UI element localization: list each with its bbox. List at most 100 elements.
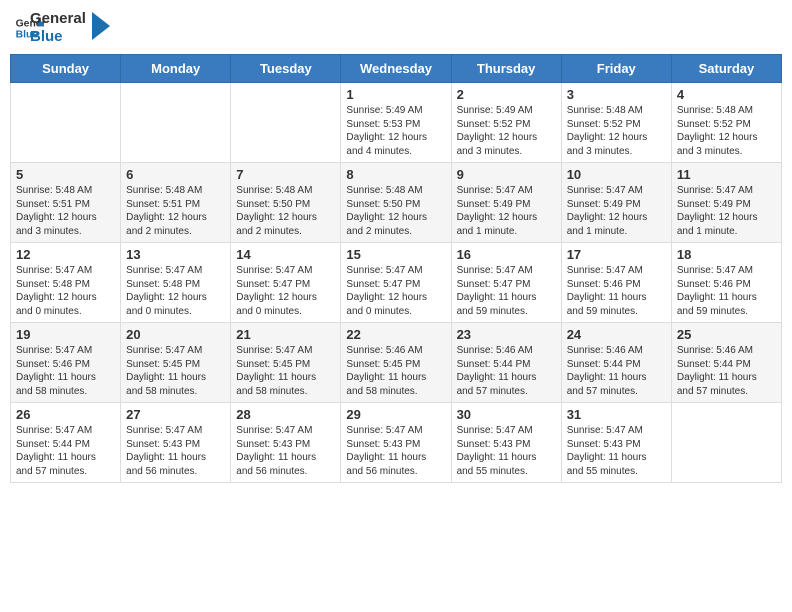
day-detail: Sunrise: 5:47 AM Sunset: 5:47 PM Dayligh… xyxy=(346,264,445,318)
day-detail: Sunrise: 5:47 AM Sunset: 5:49 PM Dayligh… xyxy=(567,184,666,238)
calendar-cell: 13 Sunrise: 5:47 AM Sunset: 5:48 PM Dayli… xyxy=(121,243,231,323)
calendar-cell: 4 Sunrise: 5:48 AM Sunset: 5:52 PM Daylig… xyxy=(671,83,781,163)
day-detail: Sunrise: 5:47 AM Sunset: 5:49 PM Dayligh… xyxy=(457,184,556,238)
calendar-cell: 11Sunrise: 5:47 AM Sunset: 5:49 PM Dayli… xyxy=(671,163,781,243)
day-detail: Sunrise: 5:47 AM Sunset: 5:48 PM Dayligh… xyxy=(126,264,225,318)
day-number: 6 xyxy=(126,167,225,182)
day-number: 13 xyxy=(126,247,225,262)
calendar-cell: 8 Sunrise: 5:48 AM Sunset: 5:50 PM Daylig… xyxy=(341,163,451,243)
day-number: 24 xyxy=(567,327,666,342)
calendar-cell: 26 Sunrise: 5:47 AM Sunset: 5:44 PM Dayli… xyxy=(11,403,121,483)
day-detail: Sunrise: 5:47 AM Sunset: 5:45 PM Dayligh… xyxy=(126,344,225,398)
calendar-cell: 5Sunrise: 5:48 AM Sunset: 5:51 PM Daylig… xyxy=(11,163,121,243)
day-number: 23 xyxy=(457,327,556,342)
calendar-cell: 2 Sunrise: 5:49 AM Sunset: 5:52 PM Daylig… xyxy=(451,83,561,163)
page-header: General Blue General Blue xyxy=(10,10,782,46)
day-header-friday: Friday xyxy=(561,55,671,83)
day-header-tuesday: Tuesday xyxy=(231,55,341,83)
day-header-monday: Monday xyxy=(121,55,231,83)
calendar-cell: 31Sunrise: 5:47 AM Sunset: 5:43 PM Dayli… xyxy=(561,403,671,483)
day-header-thursday: Thursday xyxy=(451,55,561,83)
day-number: 29 xyxy=(346,407,445,422)
calendar-cell xyxy=(231,83,341,163)
day-detail: Sunrise: 5:48 AM Sunset: 5:51 PM Dayligh… xyxy=(16,184,115,238)
calendar-cell xyxy=(671,403,781,483)
day-number: 28 xyxy=(236,407,335,422)
logo-arrow-icon xyxy=(92,12,110,40)
day-number: 4 xyxy=(677,87,776,102)
day-detail: Sunrise: 5:49 AM Sunset: 5:52 PM Dayligh… xyxy=(457,104,556,158)
day-detail: Sunrise: 5:47 AM Sunset: 5:43 PM Dayligh… xyxy=(567,424,666,478)
calendar-cell: 10 Sunrise: 5:47 AM Sunset: 5:49 PM Dayli… xyxy=(561,163,671,243)
calendar-cell: 27 Sunrise: 5:47 AM Sunset: 5:43 PM Dayli… xyxy=(121,403,231,483)
calendar-cell: 19 Sunrise: 5:47 AM Sunset: 5:46 PM Dayli… xyxy=(11,323,121,403)
day-number: 2 xyxy=(457,87,556,102)
calendar-cell: 1 Sunrise: 5:49 AM Sunset: 5:53 PM Daylig… xyxy=(341,83,451,163)
day-number: 11 xyxy=(677,167,776,182)
calendar-cell: 22 Sunrise: 5:46 AM Sunset: 5:45 PM Dayli… xyxy=(341,323,451,403)
day-detail: Sunrise: 5:46 AM Sunset: 5:45 PM Dayligh… xyxy=(346,344,445,398)
calendar-cell xyxy=(121,83,231,163)
calendar-table: SundayMondayTuesdayWednesdayThursdayFrid… xyxy=(10,54,782,483)
calendar-cell: 21 Sunrise: 5:47 AM Sunset: 5:45 PM Dayli… xyxy=(231,323,341,403)
day-number: 18 xyxy=(677,247,776,262)
day-number: 8 xyxy=(346,167,445,182)
calendar-cell xyxy=(11,83,121,163)
calendar-cell: 3Sunrise: 5:48 AM Sunset: 5:52 PM Daylig… xyxy=(561,83,671,163)
day-detail: Sunrise: 5:47 AM Sunset: 5:46 PM Dayligh… xyxy=(677,264,776,318)
week-row-2: 12 Sunrise: 5:47 AM Sunset: 5:48 PM Dayli… xyxy=(11,243,782,323)
day-detail: Sunrise: 5:47 AM Sunset: 5:43 PM Dayligh… xyxy=(457,424,556,478)
day-number: 27 xyxy=(126,407,225,422)
day-number: 17 xyxy=(567,247,666,262)
day-number: 26 xyxy=(16,407,115,422)
calendar-cell: 29Sunrise: 5:47 AM Sunset: 5:43 PM Dayli… xyxy=(341,403,451,483)
calendar-cell: 7Sunrise: 5:48 AM Sunset: 5:50 PM Daylig… xyxy=(231,163,341,243)
day-header-wednesday: Wednesday xyxy=(341,55,451,83)
day-detail: Sunrise: 5:49 AM Sunset: 5:53 PM Dayligh… xyxy=(346,104,445,158)
calendar-cell: 20 Sunrise: 5:47 AM Sunset: 5:45 PM Dayli… xyxy=(121,323,231,403)
day-number: 10 xyxy=(567,167,666,182)
day-number: 12 xyxy=(16,247,115,262)
day-number: 19 xyxy=(16,327,115,342)
calendar-cell: 14 Sunrise: 5:47 AM Sunset: 5:47 PM Dayli… xyxy=(231,243,341,323)
week-row-4: 26 Sunrise: 5:47 AM Sunset: 5:44 PM Dayli… xyxy=(11,403,782,483)
week-row-3: 19 Sunrise: 5:47 AM Sunset: 5:46 PM Dayli… xyxy=(11,323,782,403)
day-number: 30 xyxy=(457,407,556,422)
day-detail: Sunrise: 5:47 AM Sunset: 5:44 PM Dayligh… xyxy=(16,424,115,478)
day-number: 9 xyxy=(457,167,556,182)
day-detail: Sunrise: 5:47 AM Sunset: 5:47 PM Dayligh… xyxy=(457,264,556,318)
day-number: 14 xyxy=(236,247,335,262)
calendar-cell: 23 Sunrise: 5:46 AM Sunset: 5:44 PM Dayli… xyxy=(451,323,561,403)
day-detail: Sunrise: 5:48 AM Sunset: 5:52 PM Dayligh… xyxy=(567,104,666,158)
day-detail: Sunrise: 5:47 AM Sunset: 5:43 PM Dayligh… xyxy=(126,424,225,478)
logo-blue: Blue xyxy=(30,28,86,46)
day-number: 15 xyxy=(346,247,445,262)
day-number: 16 xyxy=(457,247,556,262)
day-detail: Sunrise: 5:47 AM Sunset: 5:46 PM Dayligh… xyxy=(567,264,666,318)
days-of-week-row: SundayMondayTuesdayWednesdayThursdayFrid… xyxy=(11,55,782,83)
day-detail: Sunrise: 5:48 AM Sunset: 5:51 PM Dayligh… xyxy=(126,184,225,238)
calendar-cell: 6 Sunrise: 5:48 AM Sunset: 5:51 PM Daylig… xyxy=(121,163,231,243)
day-detail: Sunrise: 5:47 AM Sunset: 5:45 PM Dayligh… xyxy=(236,344,335,398)
day-number: 21 xyxy=(236,327,335,342)
day-header-sunday: Sunday xyxy=(11,55,121,83)
logo: General Blue General Blue xyxy=(14,10,110,46)
day-detail: Sunrise: 5:46 AM Sunset: 5:44 PM Dayligh… xyxy=(457,344,556,398)
day-detail: Sunrise: 5:48 AM Sunset: 5:50 PM Dayligh… xyxy=(346,184,445,238)
week-row-1: 5Sunrise: 5:48 AM Sunset: 5:51 PM Daylig… xyxy=(11,163,782,243)
day-number: 22 xyxy=(346,327,445,342)
week-row-0: 1 Sunrise: 5:49 AM Sunset: 5:53 PM Daylig… xyxy=(11,83,782,163)
calendar-cell: 30 Sunrise: 5:47 AM Sunset: 5:43 PM Dayli… xyxy=(451,403,561,483)
calendar-cell: 18 Sunrise: 5:47 AM Sunset: 5:46 PM Dayli… xyxy=(671,243,781,323)
day-detail: Sunrise: 5:47 AM Sunset: 5:47 PM Dayligh… xyxy=(236,264,335,318)
calendar-cell: 28Sunrise: 5:47 AM Sunset: 5:43 PM Dayli… xyxy=(231,403,341,483)
day-number: 20 xyxy=(126,327,225,342)
day-detail: Sunrise: 5:46 AM Sunset: 5:44 PM Dayligh… xyxy=(567,344,666,398)
logo-general: General xyxy=(30,10,86,28)
day-detail: Sunrise: 5:48 AM Sunset: 5:52 PM Dayligh… xyxy=(677,104,776,158)
day-detail: Sunrise: 5:47 AM Sunset: 5:46 PM Dayligh… xyxy=(16,344,115,398)
day-detail: Sunrise: 5:46 AM Sunset: 5:44 PM Dayligh… xyxy=(677,344,776,398)
calendar-cell: 15 Sunrise: 5:47 AM Sunset: 5:47 PM Dayli… xyxy=(341,243,451,323)
day-detail: Sunrise: 5:47 AM Sunset: 5:48 PM Dayligh… xyxy=(16,264,115,318)
day-number: 1 xyxy=(346,87,445,102)
